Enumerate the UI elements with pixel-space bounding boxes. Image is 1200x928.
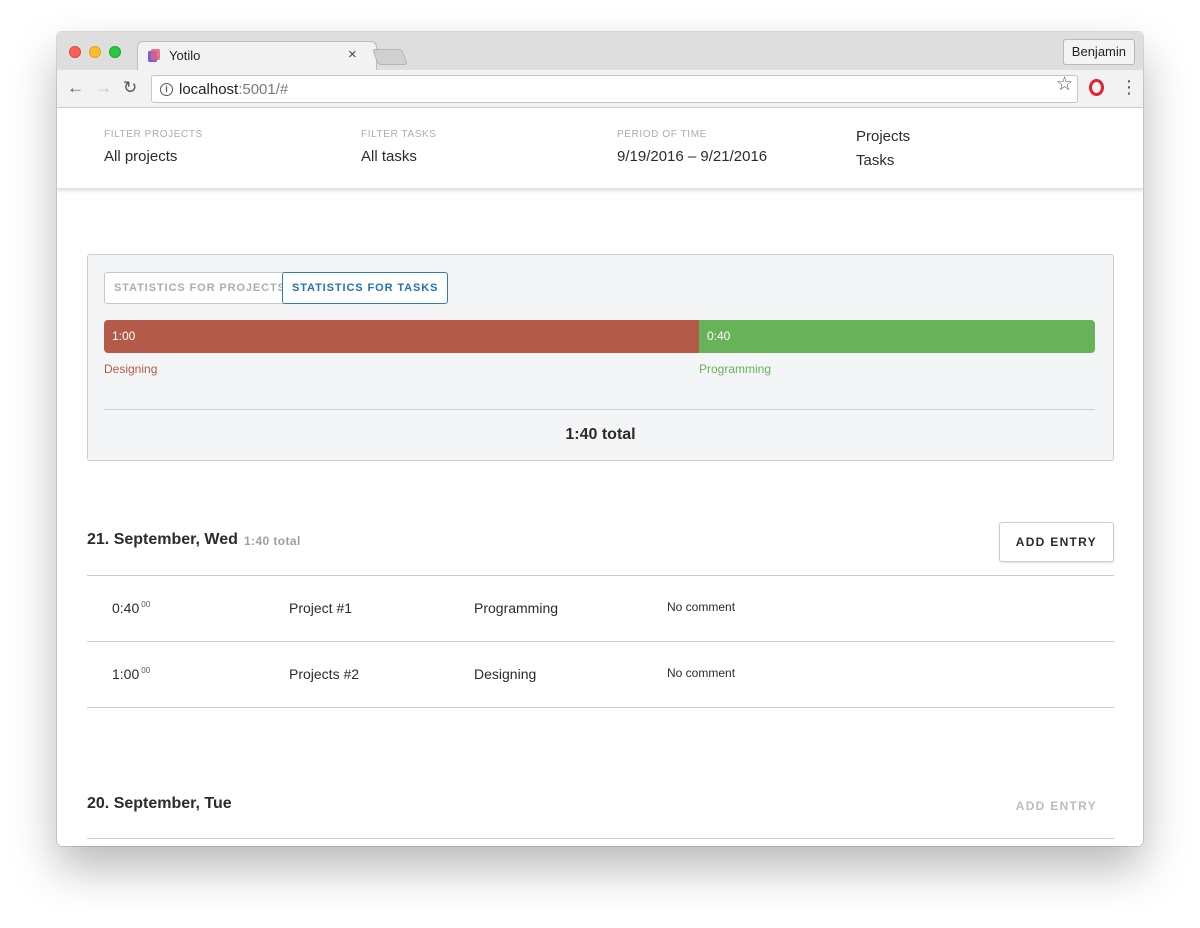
view-tasks-link[interactable]: Tasks	[856, 151, 910, 175]
bar-segment-value: 1:00	[112, 329, 136, 343]
address-bar[interactable]: i localhost:5001/#	[151, 75, 1078, 103]
day-title: 20. September, Tue	[87, 795, 232, 812]
entry-project: Projects #2	[289, 666, 360, 682]
tab-strip: Yotilo × Benjamin	[57, 32, 1143, 71]
table-row[interactable]: 0:40 00 Project #1 Programming No comment	[87, 575, 1114, 641]
task-time-bar: 1:00 0:40	[104, 320, 1095, 353]
entry-comment: No comment	[667, 600, 736, 614]
filter-period[interactable]: PERIOD OF TIME 9/19/2016 – 9/21/2016	[617, 129, 767, 165]
stats-divider	[104, 409, 1095, 410]
table-row[interactable]: 1:00 00 Projects #2 Designing No comment	[87, 641, 1114, 707]
divider	[87, 838, 1114, 839]
url-text[interactable]: localhost:5001/#	[179, 81, 288, 98]
entry-task: Designing	[474, 666, 537, 682]
bar-segment-designing[interactable]: 1:00	[104, 320, 699, 353]
tab-statistics-projects[interactable]: STATISTICS FOR PROJECTS	[104, 272, 296, 304]
opera-icon[interactable]	[1089, 79, 1104, 96]
reload-icon[interactable]: ↻	[123, 78, 137, 98]
filter-tasks-value[interactable]: All tasks	[361, 148, 437, 165]
profile-button[interactable]: Benjamin	[1062, 39, 1135, 65]
arrow-left-icon[interactable]: ←	[67, 78, 84, 98]
browser-window: Yotilo × Benjamin ← → ↻ i localhost:5001…	[57, 32, 1143, 846]
filter-tasks[interactable]: FILTER TASKS All tasks	[361, 129, 437, 165]
app-content: FILTER PROJECTS All projects FILTER TASK…	[57, 108, 1143, 846]
filter-projects[interactable]: FILTER PROJECTS All projects	[104, 129, 203, 165]
browser-toolbar: ← → ↻ i localhost:5001/# ☆ ⋮	[57, 70, 1143, 108]
add-entry-button[interactable]: ADD ENTRY	[998, 522, 1114, 562]
tab-title: Yotilo	[169, 48, 201, 63]
star-icon[interactable]: ☆	[1056, 73, 1073, 96]
entry-duration: 0:40 00	[112, 600, 151, 616]
zoom-window-button[interactable]	[109, 46, 121, 58]
stats-total: 1:40 total	[565, 426, 636, 443]
add-entry-button[interactable]: ADD ENTRY	[998, 786, 1114, 826]
bar-segment-label: Designing	[104, 362, 158, 376]
entry-task: Programming	[474, 600, 559, 616]
entry-comment: No comment	[667, 666, 736, 680]
filter-tasks-label: FILTER TASKS	[361, 129, 437, 140]
kebab-menu-icon[interactable]: ⋮	[1120, 77, 1138, 97]
bar-segment-label: Programming	[699, 362, 772, 376]
divider	[87, 707, 1114, 708]
entry-duration: 1:00 00	[112, 666, 151, 682]
filter-period-label: PERIOD OF TIME	[617, 129, 707, 140]
filter-projects-value[interactable]: All projects	[104, 148, 203, 165]
tab-close-icon[interactable]: ×	[348, 46, 357, 63]
close-window-button[interactable]	[69, 46, 81, 58]
day-total: 1:40 total	[244, 534, 301, 548]
info-icon[interactable]: i	[160, 83, 173, 96]
yotilo-favicon-icon	[148, 49, 160, 62]
tab-statistics-tasks[interactable]: STATISTICS FOR TASKS	[282, 272, 449, 304]
view-links: Projects Tasks	[856, 127, 910, 175]
filter-period-value[interactable]: 9/19/2016 – 9/21/2016	[617, 148, 767, 165]
filter-bar: FILTER PROJECTS All projects FILTER TASK…	[57, 108, 1143, 189]
filter-projects-label: FILTER PROJECTS	[104, 129, 203, 140]
entry-project: Project #1	[289, 600, 353, 616]
minimize-window-button[interactable]	[89, 46, 101, 58]
bar-segment-value: 0:40	[707, 329, 731, 343]
bar-segment-programming[interactable]: 0:40	[699, 320, 1095, 353]
arrow-right-icon[interactable]: →	[95, 78, 112, 98]
new-tab-button[interactable]	[372, 49, 408, 65]
day-title: 21. September, Wed	[87, 531, 238, 548]
statistics-panel: STATISTICS FOR PROJECTS STATISTICS FOR T…	[87, 254, 1114, 461]
view-projects-link[interactable]: Projects	[856, 127, 910, 151]
